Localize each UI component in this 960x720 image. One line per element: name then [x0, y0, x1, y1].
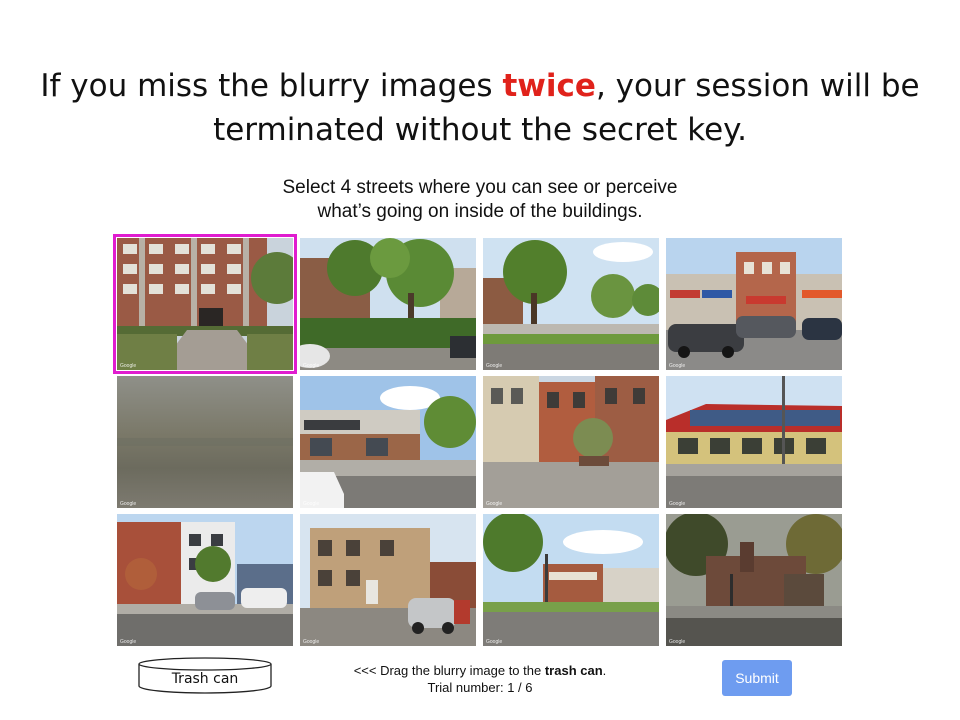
google-credit: Google: [486, 501, 503, 507]
image-tile-3[interactable]: Google: [483, 238, 659, 370]
street-photo-rowhouses-plaza: [483, 376, 659, 508]
google-credit: Google: [669, 501, 686, 507]
google-credit: Google: [303, 363, 320, 369]
street-photo-modern-apartments: [117, 514, 293, 646]
image-tile-12[interactable]: Google: [666, 514, 842, 646]
street-photo-brick-apartment: [117, 238, 293, 370]
image-tile-10[interactable]: Google: [300, 514, 476, 646]
street-photo-alley-brick-building: [300, 514, 476, 646]
trial-number: Trial number: 1 / 6: [427, 680, 533, 695]
google-credit: Google: [120, 639, 137, 645]
street-photo-corner-shop: [483, 514, 659, 646]
warning-message: If you miss the blurry images twice, you…: [30, 64, 930, 152]
image-tile-7[interactable]: Google: [483, 376, 659, 508]
blurry-photo: [117, 376, 293, 508]
google-credit: Google: [303, 639, 320, 645]
google-credit: Google: [669, 639, 686, 645]
warning-emphasis: twice: [502, 68, 596, 104]
street-photo-storefront-cars: [666, 238, 842, 370]
google-credit: Google: [669, 363, 686, 369]
image-tile-11[interactable]: Google: [483, 514, 659, 646]
drag-instruction: <<< Drag the blurry image to the trash c…: [300, 662, 660, 696]
google-credit: Google: [120, 363, 137, 369]
drag-hint-bold: trash can: [544, 663, 603, 678]
image-tile-6[interactable]: Google: [300, 376, 476, 508]
trash-can-label: Trash can: [171, 671, 239, 687]
instruction-line-2: what’s going on inside of the buildings.: [317, 201, 643, 222]
google-credit: Google: [120, 501, 137, 507]
street-photo-development-building: [300, 376, 476, 508]
trash-can-drop-target[interactable]: Trash can: [137, 657, 273, 695]
image-tile-8[interactable]: Google: [666, 376, 842, 508]
image-tile-4[interactable]: Google: [666, 238, 842, 370]
image-tile-9[interactable]: Google: [117, 514, 293, 646]
google-credit: Google: [486, 363, 503, 369]
submit-button[interactable]: Submit: [722, 660, 792, 696]
task-instruction: Select 4 streets where you can see or pe…: [180, 176, 780, 224]
drag-hint-prefix: <<< Drag the blurry image to the: [353, 663, 545, 678]
street-photo-dark-street-lamp: [666, 514, 842, 646]
image-tile-5[interactable]: Google: [117, 376, 293, 508]
image-tile-1[interactable]: Google: [113, 234, 297, 374]
drag-hint-suffix: .: [602, 663, 607, 678]
warning-text-part1: If you miss the blurry images: [40, 68, 503, 104]
street-photo-red-roof-restaurant: [666, 376, 842, 508]
street-photo-tree-lined-residential: [300, 238, 476, 370]
street-photo-trees-parkway: [483, 238, 659, 370]
google-credit: Google: [303, 501, 320, 507]
instruction-line-1: Select 4 streets where you can see or pe…: [282, 177, 678, 198]
image-tile-2[interactable]: Google: [300, 238, 476, 370]
google-credit: Google: [486, 639, 503, 645]
drag-hint-line: <<< Drag the blurry image to the trash c…: [300, 662, 660, 679]
